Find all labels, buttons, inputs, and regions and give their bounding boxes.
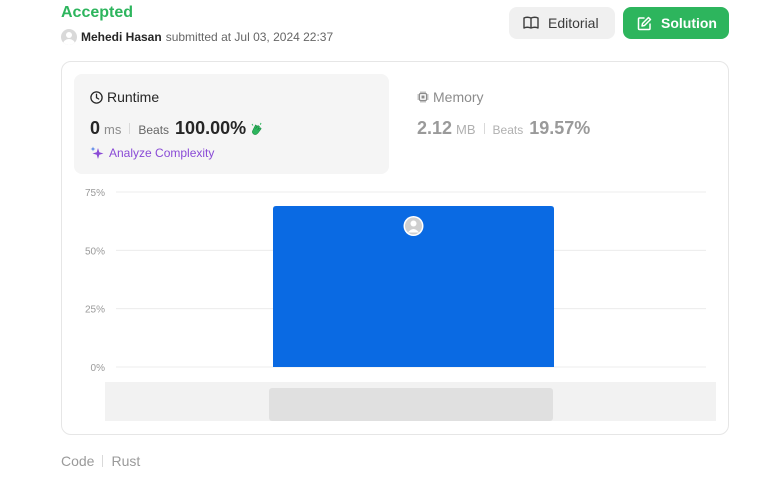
code-label: Code (61, 453, 95, 469)
y-tick-label: 0% (91, 363, 106, 374)
runtime-distribution-chart[interactable]: 0% 25% 50% 75% (0, 0, 773, 479)
range-overview-handle[interactable] (269, 388, 553, 421)
divider (102, 455, 104, 467)
language-label: Rust (111, 453, 141, 469)
y-tick-label: 50% (85, 246, 105, 257)
code-footer: Code Rust (61, 453, 140, 469)
y-tick-label: 25% (85, 305, 105, 316)
y-tick-label: 75% (85, 188, 105, 199)
user-marker-head (410, 220, 417, 227)
